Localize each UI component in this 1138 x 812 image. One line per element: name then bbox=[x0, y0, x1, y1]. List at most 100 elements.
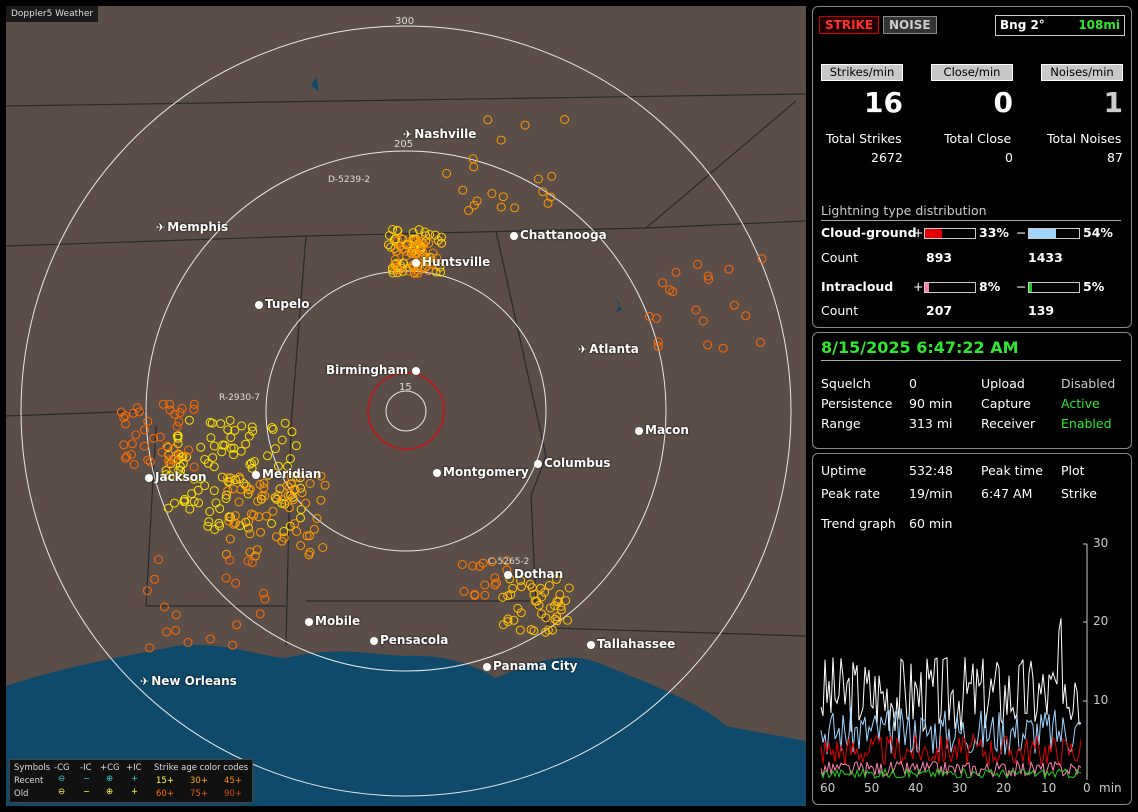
minus-sign: − bbox=[1016, 225, 1027, 240]
strike-marker bbox=[270, 444, 280, 454]
x-tick: 20 bbox=[996, 781, 1012, 795]
strike-marker bbox=[272, 532, 281, 542]
noise-button[interactable]: NOISE bbox=[883, 16, 937, 34]
strike-marker bbox=[170, 409, 180, 419]
city-dot-icon bbox=[252, 470, 260, 479]
strike-marker bbox=[510, 203, 520, 213]
total-close: 0 bbox=[1005, 150, 1013, 165]
strike-marker bbox=[498, 620, 508, 630]
strike-marker bbox=[693, 259, 703, 269]
strike-marker bbox=[206, 433, 216, 443]
trend-series-line bbox=[820, 766, 1082, 780]
strike-marker bbox=[277, 435, 287, 445]
ic-negative-bar bbox=[1028, 282, 1080, 293]
ic-negative-pct: 5% bbox=[1083, 279, 1105, 294]
peak-time-label: Peak time bbox=[981, 463, 1043, 478]
strike-marker bbox=[216, 419, 226, 429]
plus-sign: + bbox=[913, 279, 924, 294]
x-tick: 40 bbox=[908, 781, 924, 795]
city-dot-icon bbox=[504, 570, 512, 579]
brand-label: Doppler5 Weather bbox=[6, 6, 99, 22]
storm-tag[interactable]: C-5265-2 bbox=[488, 557, 529, 567]
strike-button[interactable]: STRIKE bbox=[819, 16, 880, 34]
city-dot-icon bbox=[635, 426, 643, 435]
strike-marker bbox=[228, 484, 238, 494]
strike-marker bbox=[498, 592, 508, 602]
capture-value[interactable]: Active bbox=[1061, 396, 1100, 411]
city-label: ✈ Atlanta bbox=[578, 342, 639, 356]
cloud-ground-label: Cloud-ground bbox=[821, 225, 917, 240]
strike-marker bbox=[287, 427, 297, 437]
strike-marker bbox=[718, 343, 728, 353]
strike-marker bbox=[458, 185, 468, 195]
strike-marker bbox=[724, 264, 734, 274]
strike-marker bbox=[196, 442, 206, 452]
plus-cg-icon: ⊕ bbox=[106, 787, 114, 797]
strike-marker bbox=[150, 574, 159, 584]
strike-marker bbox=[320, 480, 330, 490]
squelch-value: 0 bbox=[909, 376, 917, 391]
legend-col: -IC bbox=[80, 763, 92, 773]
peak-rate-value: 19/min bbox=[909, 486, 953, 501]
city-dot-icon bbox=[145, 473, 153, 482]
persistence-value: 90 min bbox=[909, 396, 953, 411]
city-dot-icon bbox=[412, 366, 421, 375]
ic-positive-count: 207 bbox=[926, 303, 953, 318]
city-label: Pensacola bbox=[370, 633, 448, 647]
bearing-box: Bng 2° 108mi bbox=[995, 15, 1125, 36]
minus-ic-icon: − bbox=[83, 774, 91, 784]
strike-marker bbox=[211, 498, 221, 508]
y-tick: 20 bbox=[1093, 614, 1109, 628]
city-label: ✈ Memphis bbox=[156, 220, 229, 234]
strike-marker bbox=[263, 451, 272, 461]
lightning-map[interactable]: Doppler5 Weather 300 205 15 ✈ Nashville ✈ M… bbox=[6, 6, 806, 806]
strike-marker bbox=[560, 115, 570, 124]
ring-label: 300 bbox=[395, 16, 415, 27]
trend-series-line bbox=[820, 707, 1082, 755]
legend-col: +CG bbox=[100, 763, 120, 773]
strike-marker bbox=[221, 573, 231, 583]
strike-marker bbox=[483, 115, 493, 125]
strike-marker bbox=[496, 135, 506, 145]
strike-marker bbox=[290, 519, 300, 529]
lake bbox=[306, 61, 319, 91]
count-label: Count bbox=[821, 303, 859, 318]
storm-tag[interactable]: D-5239-2 bbox=[328, 175, 370, 185]
peak-rate-label: Peak rate bbox=[821, 486, 881, 501]
city-dot-icon bbox=[370, 636, 378, 645]
strike-marker bbox=[267, 519, 276, 528]
strike-marker bbox=[236, 446, 246, 456]
plot-value[interactable]: Strike bbox=[1061, 486, 1097, 501]
y-tick: 30 bbox=[1093, 536, 1109, 550]
strike-marker bbox=[208, 453, 218, 463]
uptime-value: 532:48 bbox=[909, 463, 953, 478]
strike-marker bbox=[555, 589, 565, 599]
plus-cg-icon: ⊕ bbox=[106, 774, 114, 784]
total-noises: 87 bbox=[1107, 150, 1123, 165]
city-label: Panama City bbox=[483, 659, 577, 673]
city-label: Tallahassee bbox=[587, 637, 675, 651]
strike-marker bbox=[756, 337, 765, 347]
strike-status-panel: STRIKE NOISE Bng 2° 108mi Strikes/min Cl… bbox=[812, 6, 1132, 328]
city-dot-icon bbox=[255, 300, 263, 309]
ring-label: 15 bbox=[399, 382, 412, 393]
storm-tag[interactable]: R-2930-7 bbox=[219, 393, 260, 403]
strike-marker bbox=[729, 300, 739, 310]
strike-marker bbox=[297, 488, 307, 498]
strike-marker bbox=[129, 460, 139, 469]
total-strikes-label: Total Strikes bbox=[826, 131, 902, 146]
receiver-value[interactable]: Enabled bbox=[1061, 416, 1112, 431]
ic-positive-pct: 8% bbox=[979, 279, 1001, 294]
persistence-label: Persistence bbox=[821, 396, 893, 411]
minus-ic-icon: − bbox=[83, 787, 91, 797]
cg-negative-pct: 54% bbox=[1083, 225, 1113, 240]
strike-marker bbox=[185, 504, 195, 514]
upload-value[interactable]: Disabled bbox=[1061, 376, 1115, 391]
cg-negative-count: 1433 bbox=[1028, 250, 1063, 265]
x-tick: 60 bbox=[820, 781, 836, 795]
strike-marker bbox=[158, 399, 168, 409]
strike-marker bbox=[564, 583, 574, 593]
legend-col: -CG bbox=[54, 763, 70, 773]
strike-marker bbox=[157, 447, 167, 457]
plus-ic-icon: + bbox=[131, 774, 139, 784]
